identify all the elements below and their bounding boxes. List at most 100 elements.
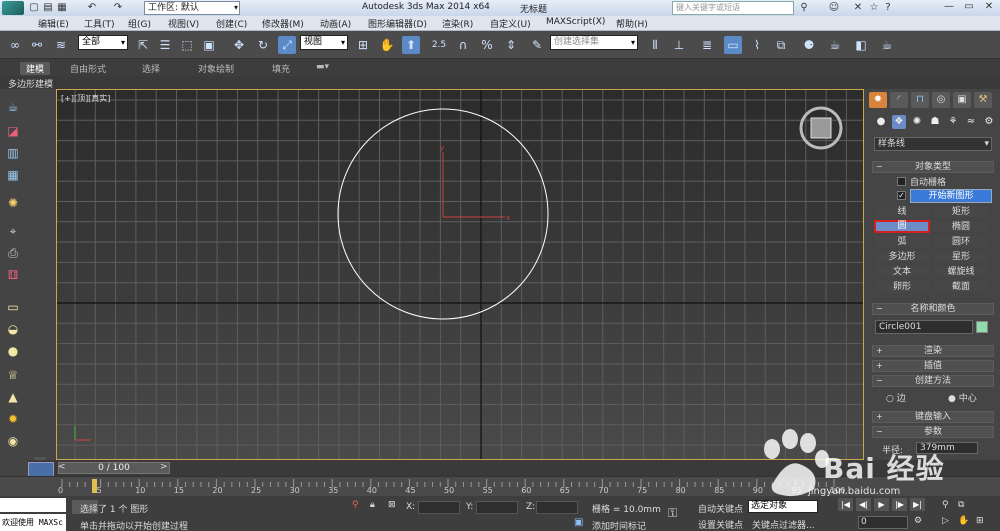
menu-graph-editors[interactable]: 图形编辑器(D) (368, 17, 427, 30)
rollout-name-color[interactable]: − 名称和颜色 (872, 303, 994, 315)
select-by-name-icon[interactable]: ☰ (156, 36, 174, 54)
render-icon[interactable]: ☕ (878, 36, 896, 54)
workspace-dropdown[interactable]: 工作区: 默认 ▾ (144, 1, 240, 15)
select-object-icon[interactable]: ⇱ (134, 36, 152, 54)
box-primitive-icon[interactable]: ▭ (4, 299, 22, 315)
key-filters-button[interactable]: 关键点过滤器... (752, 518, 815, 531)
scale-icon[interactable]: ⤢ (278, 36, 296, 54)
menu-customize[interactable]: 自定义(U) (490, 17, 531, 30)
start-new-shape-button[interactable]: 开始新图形 (910, 189, 992, 203)
z-coordinate-field[interactable] (536, 501, 578, 514)
rotate-icon[interactable]: ↻ (254, 36, 272, 54)
object-name-input[interactable]: Circle001 (875, 320, 973, 334)
tab-populate[interactable]: 填充 (272, 62, 290, 75)
hierarchy-tab-icon[interactable]: ⊓ (911, 92, 929, 108)
systems-icon[interactable]: ⚙ (982, 115, 996, 129)
menu-rendering[interactable]: 渲染(R) (442, 17, 473, 30)
lights-icon[interactable]: ✺ (910, 115, 924, 129)
set-key-button[interactable]: 设置关键点 (698, 518, 743, 531)
window-crossing-icon[interactable]: ▣ (200, 36, 218, 54)
select-manipulate-icon[interactable]: ✋ (378, 36, 396, 54)
schematic-view-icon[interactable]: ⧉ (772, 36, 790, 54)
mirror-icon[interactable]: ⫴ (646, 36, 664, 54)
next-frame-icon[interactable]: > (160, 462, 168, 472)
tab-freeform[interactable]: 自由形式 (70, 62, 106, 75)
display-tab-icon[interactable]: ▣ (953, 92, 971, 108)
time-config-icon[interactable]: ⚙ (914, 516, 922, 526)
pivot-center-icon[interactable]: ⊞ (354, 36, 372, 54)
tab-modeling[interactable]: 建模 (20, 62, 51, 75)
selection-filter-dropdown[interactable]: 全部 ▾ (78, 35, 128, 50)
current-frame-field[interactable]: 0 (858, 516, 908, 529)
move-icon[interactable]: ✥ (230, 36, 248, 54)
menu-edit[interactable]: 编辑(E) (38, 17, 69, 30)
rollout-keyboard-entry[interactable]: + 键盘输入 (872, 411, 994, 423)
graphite-toggle-icon[interactable]: ▭ (724, 36, 742, 54)
menu-create[interactable]: 创建(C) (216, 17, 247, 30)
render-setup-icon[interactable]: ☕ (826, 36, 844, 54)
viewport-label[interactable]: [+][顶][真实] (61, 93, 110, 104)
maxscript-mini-listener[interactable]: 欢迎使用 MAXSc (0, 514, 66, 531)
menu-animation[interactable]: 动画(A) (320, 17, 351, 30)
shape-category-dropdown[interactable]: 样条线 ▾ (874, 137, 992, 151)
prev-frame-icon[interactable]: < (58, 462, 66, 472)
donut-button[interactable]: 圆环 (933, 235, 989, 248)
key-icon[interactable]: ⚿ (668, 506, 677, 521)
line-button[interactable]: 线 (874, 205, 930, 218)
shapes-icon[interactable]: ❖ (892, 115, 906, 129)
binoculars-icon[interactable]: ⚲ (798, 2, 810, 14)
maxscript-listener-output[interactable] (0, 498, 66, 512)
absolute-mode-icon[interactable]: ⊠ (388, 500, 396, 510)
material-editor-icon[interactable]: ⚈ (800, 36, 818, 54)
autogrid-checkbox[interactable] (897, 177, 906, 186)
rendered-frame-icon[interactable]: ◧ (852, 36, 870, 54)
helpers-icon[interactable]: ⚘ (946, 115, 960, 129)
rectangular-selection-icon[interactable]: ⬚ (178, 36, 196, 54)
pan-icon[interactable]: ✋ (958, 516, 969, 526)
close-button[interactable]: ✕ (980, 0, 998, 14)
rollout-rendering[interactable]: + 渲染 (872, 345, 994, 357)
helix-button[interactable]: 螺旋线 (933, 265, 989, 278)
align-icon[interactable]: ⊥ (670, 36, 688, 54)
sphere-primitive-icon[interactable]: ● (4, 343, 22, 359)
rectangle-button[interactable]: 矩形 (933, 205, 989, 218)
auto-key-button[interactable]: 自动关键点 (698, 502, 743, 515)
time-tag-icon[interactable]: ▣ (574, 517, 583, 528)
link-icon[interactable]: ∞ (6, 36, 24, 54)
object-color-swatch[interactable] (976, 321, 988, 333)
redo-icon[interactable]: ↷ (112, 2, 124, 14)
layer-manager-icon[interactable]: ≣ (698, 36, 716, 54)
snap-toggle-icon[interactable]: 2.5 (430, 36, 448, 54)
dome-primitive-icon[interactable]: ◒ (4, 321, 22, 337)
start-new-shape-checkbox[interactable]: ✓ (897, 191, 906, 200)
fov-icon[interactable]: ▷ (942, 516, 949, 526)
sun-icon[interactable]: ✹ (4, 411, 22, 427)
menu-maxscript[interactable]: MAXScript(X) (546, 17, 605, 27)
rollout-creation-method[interactable]: − 创建方法 (872, 375, 994, 387)
cameras-icon[interactable]: ☗ (928, 115, 942, 129)
maximize-viewport-icon[interactable]: ⊞ (976, 516, 984, 526)
search-input[interactable]: 键入关键字或短语 (672, 1, 794, 15)
egg-button[interactable]: 卵形 (874, 280, 930, 293)
ellipse-button[interactable]: 椭圆 (933, 220, 989, 233)
keyboard-shortcut-toggle-icon[interactable]: ⬆ (402, 36, 420, 54)
time-slider-thumb[interactable]: 0 / 100 (58, 462, 170, 474)
section-button[interactable]: 截面 (933, 280, 989, 293)
curve-editor-icon[interactable]: ⌇ (748, 36, 766, 54)
x-coordinate-field[interactable] (418, 501, 460, 514)
create-tab-icon[interactable]: ✸ (869, 92, 887, 108)
edge-radio[interactable]: ○ 边 (886, 391, 906, 404)
menu-tools[interactable]: 工具(T) (84, 17, 115, 30)
cone-primitive-icon[interactable]: ▲ (4, 389, 22, 405)
menu-view[interactable]: 视图(V) (168, 17, 199, 30)
edit-named-selection-icon[interactable]: ✎ (528, 36, 546, 54)
arc-button[interactable]: 弧 (874, 235, 930, 248)
rollout-object-type[interactable]: − 对象类型 (872, 161, 994, 173)
named-selection-dropdown[interactable]: 创建选择集 ▾ (550, 35, 638, 50)
torus-primitive-icon[interactable]: ◉ (4, 433, 22, 449)
circle-button[interactable]: 圆 (874, 220, 930, 233)
minimize-button[interactable]: — (940, 0, 958, 14)
geometry-icon[interactable]: ● (874, 115, 888, 129)
percent-snap-icon[interactable]: % (478, 36, 496, 54)
utilities-tab-icon[interactable]: ⚒ (974, 92, 992, 108)
